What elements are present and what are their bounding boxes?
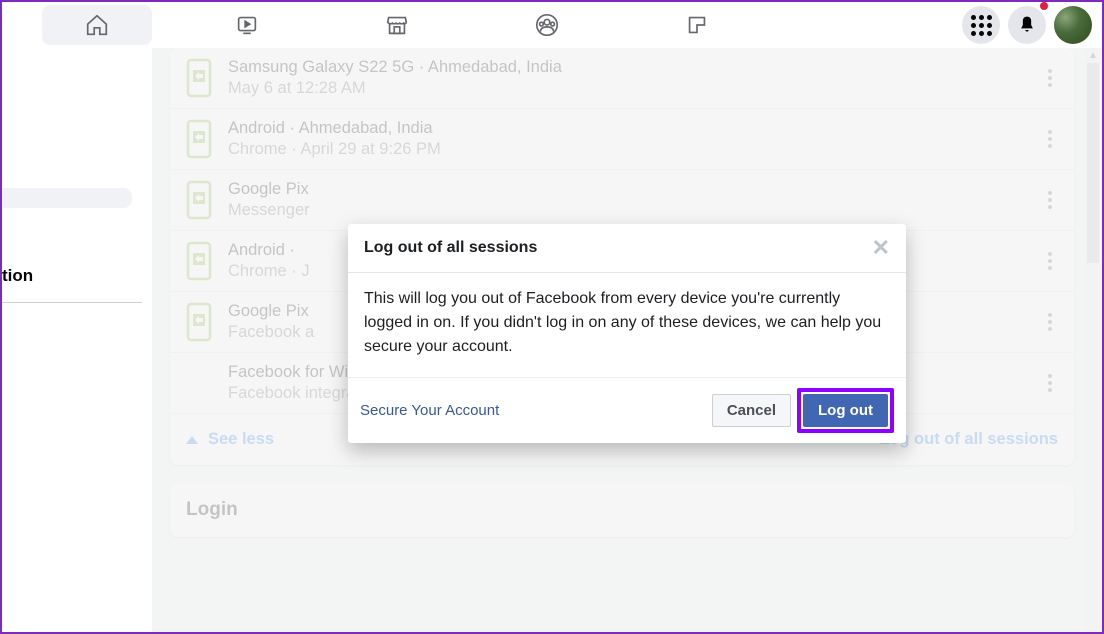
session-row: Google Pix Messenger (170, 170, 1074, 231)
session-text: Google Pix Messenger (228, 180, 1026, 220)
session-options-button[interactable] (1042, 63, 1058, 93)
session-title: Google Pix (228, 180, 1026, 199)
session-subtitle: Chrome · April 29 at 9:26 PM (228, 140, 1026, 159)
session-text: Android · Ahmedabad, India Chrome · April… (228, 119, 1026, 159)
nav-right (962, 6, 1092, 44)
groups-icon (534, 12, 560, 38)
session-row: Samsung Galaxy S22 5G · Ahmedabad, India… (170, 48, 1074, 109)
session-subtitle: Messenger (228, 201, 1026, 220)
top-nav (2, 2, 1102, 48)
notification-badge (1040, 2, 1048, 10)
bell-icon (1017, 15, 1037, 35)
login-heading: Login (186, 499, 1058, 521)
scrollbar[interactable]: ▲ (1086, 48, 1100, 632)
modal-footer: Secure Your Account Cancel Log out (348, 378, 906, 443)
session-options-button[interactable] (1042, 368, 1058, 398)
nav-tab-gaming[interactable] (642, 5, 752, 45)
menu-grid-icon (971, 15, 992, 36)
marketplace-icon (384, 12, 410, 38)
device-phone-icon (186, 241, 212, 281)
nav-tabs (42, 5, 752, 45)
notifications-button[interactable] (1008, 6, 1046, 44)
cancel-button[interactable]: Cancel (712, 394, 791, 427)
login-card: Login (170, 483, 1074, 537)
modal-title: Log out of all sessions (364, 239, 537, 257)
modal-close-button[interactable]: ✕ (872, 237, 890, 259)
device-icon-empty (186, 363, 212, 403)
session-row: Android · Ahmedabad, India Chrome · April… (170, 109, 1074, 170)
nav-tab-home[interactable] (42, 5, 152, 45)
logout-button-highlight: Log out (797, 388, 894, 433)
scrollbar-thumb[interactable] (1087, 63, 1099, 263)
chevron-up-icon (186, 436, 198, 444)
session-options-button[interactable] (1042, 246, 1058, 276)
scrollbar-up-arrow[interactable]: ▲ (1087, 48, 1099, 62)
session-text: Samsung Galaxy S22 5G · Ahmedabad, India… (228, 58, 1026, 98)
see-less-link[interactable]: See less (186, 430, 274, 449)
device-phone-icon (186, 180, 212, 220)
sidebar-section-heading: tion (2, 258, 142, 303)
profile-avatar[interactable] (1054, 6, 1092, 44)
menu-button[interactable] (962, 6, 1000, 44)
gaming-icon (684, 12, 710, 38)
sidebar-item-selected[interactable] (2, 188, 132, 208)
see-less-label: See less (208, 430, 274, 449)
session-options-button[interactable] (1042, 307, 1058, 337)
session-subtitle: May 6 at 12:28 AM (228, 79, 1026, 98)
nav-tab-groups[interactable] (492, 5, 602, 45)
session-options-button[interactable] (1042, 124, 1058, 154)
nav-tab-marketplace[interactable] (342, 5, 452, 45)
session-title: Android · Ahmedabad, India (228, 119, 1026, 138)
device-phone-icon (186, 119, 212, 159)
device-phone-icon (186, 302, 212, 342)
device-phone-icon (186, 58, 212, 98)
nav-tab-watch[interactable] (192, 5, 302, 45)
session-title: Samsung Galaxy S22 5G · Ahmedabad, India (228, 58, 1026, 77)
logout-button[interactable]: Log out (803, 394, 888, 427)
logout-all-sessions-link[interactable]: Log out of all sessions (879, 430, 1058, 449)
modal-body: This will log you out of Facebook from e… (348, 273, 906, 378)
home-icon (84, 12, 110, 38)
logout-all-sessions-modal: Log out of all sessions ✕ This will log … (348, 224, 906, 443)
left-sidebar: tion (2, 48, 152, 632)
session-options-button[interactable] (1042, 185, 1058, 215)
secure-account-link[interactable]: Secure Your Account (360, 402, 706, 419)
watch-icon (234, 12, 260, 38)
modal-header: Log out of all sessions ✕ (348, 224, 906, 273)
